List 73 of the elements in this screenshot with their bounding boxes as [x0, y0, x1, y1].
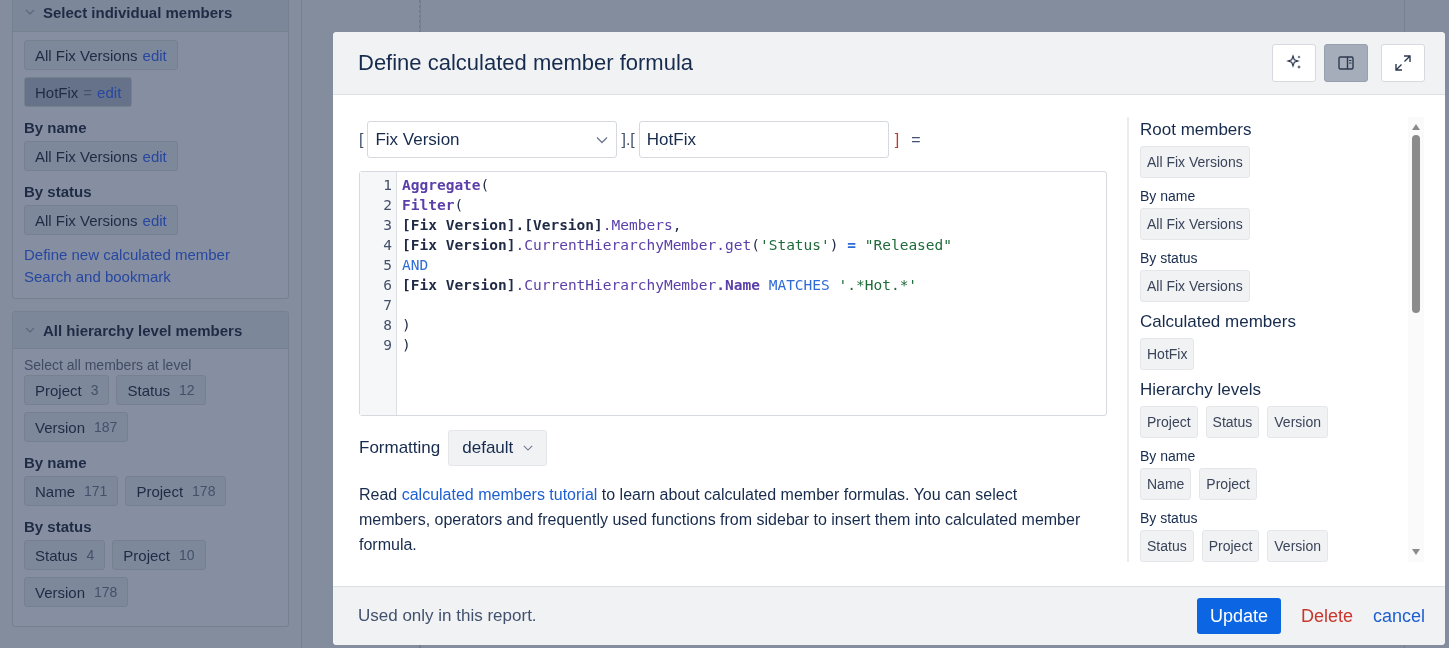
member-chip[interactable]: HotFix = edit [24, 77, 133, 107]
member-chip[interactable]: All Fix Versions edit [24, 40, 178, 70]
section-title: Calculated members [1140, 312, 1297, 332]
cancel-link[interactable]: cancel [1372, 605, 1425, 627]
member-chip[interactable]: Version [1267, 530, 1328, 562]
group-heading: By name [1140, 188, 1197, 204]
edit-link[interactable]: edit [142, 211, 167, 229]
level-chip[interactable]: Name 171 [24, 476, 119, 506]
bracket-text: ] [894, 130, 900, 149]
member-chip[interactable]: Project [1140, 406, 1198, 438]
member-chip[interactable]: Project [1201, 530, 1260, 562]
member-chip[interactable]: Status [1140, 530, 1194, 562]
dimension-select[interactable]: Fix Version [367, 121, 618, 158]
member-chip[interactable]: All Fix Versions [1140, 208, 1250, 240]
member-chip[interactable]: Status [1205, 406, 1260, 438]
level-chip[interactable]: Project 3 [24, 375, 110, 405]
member-chip[interactable]: All Fix Versions [1140, 270, 1250, 302]
member-chip[interactable]: All Fix Versions [1140, 146, 1250, 178]
ai-button[interactable] [1272, 44, 1316, 82]
section-title: Root members [1140, 120, 1253, 140]
member-chip[interactable]: HotFix [1140, 338, 1195, 370]
member-label: All Fix Versions [35, 46, 138, 64]
chevron-down-icon [596, 135, 609, 144]
level-chip[interactable]: Version 178 [24, 577, 129, 607]
sidebar-icon [1337, 54, 1355, 72]
formatting-label: Formatting [359, 438, 441, 458]
scroll-up-icon[interactable] [1411, 123, 1421, 131]
delete-button[interactable]: Delete [1300, 605, 1353, 627]
tutorial-link[interactable]: calculated members tutorial [401, 486, 598, 503]
edit-link[interactable]: edit [142, 147, 167, 165]
expand-icon [1394, 54, 1412, 72]
group-heading: By status [24, 518, 93, 535]
chevron-icon[interactable] [25, 325, 35, 335]
dialog-title: Define calculated member formula [358, 50, 695, 76]
name-field[interactable]: HotFix [638, 121, 889, 158]
group-heading: By name [24, 119, 88, 136]
action-link[interactable]: Search and bookmark [24, 266, 171, 288]
member-chip[interactable]: All Fix Versions edit [24, 141, 178, 171]
member-label: All Fix Versions [35, 147, 138, 165]
sidebar-button[interactable] [1324, 44, 1368, 82]
member-chip[interactable]: Project [1199, 468, 1257, 500]
action-link[interactable]: Define new calculated member [24, 244, 230, 266]
bracket-text: ].[ [621, 130, 635, 149]
scrollbar-thumb[interactable] [1412, 135, 1420, 313]
chevron-down-icon [523, 444, 534, 452]
group-heading: By status [1140, 250, 1199, 266]
group-heading: By status [24, 183, 93, 200]
update-button[interactable]: Update [1196, 598, 1281, 634]
level-chip[interactable]: Project 178 [125, 476, 227, 506]
scroll-down-icon[interactable] [1411, 548, 1421, 556]
formatting-dropdown[interactable]: default [448, 430, 548, 466]
help-text: Read calculated members tutorial to learn about calculated member formulas. You can select members, operators and frequently used functions from sidebar to insert them into calculated member formula. [359, 485, 1082, 555]
chevron-icon[interactable] [25, 7, 35, 17]
equals-sign: = [911, 130, 921, 149]
member-chip[interactable]: Name [1140, 468, 1192, 500]
expand-button[interactable] [1381, 44, 1425, 82]
member-chip[interactable]: All Fix Versions edit [24, 205, 178, 235]
hint-text: Select all members at level [24, 357, 193, 373]
level-chip[interactable]: Version 187 [24, 412, 129, 442]
group-heading: By status [1140, 510, 1199, 526]
bracket-text: [ [359, 130, 364, 149]
group-heading: By name [1140, 448, 1197, 464]
section-title: Hierarchy levels [1140, 380, 1262, 400]
group-heading: By name [24, 454, 88, 471]
member-chip[interactable]: Version [1267, 406, 1328, 438]
member-label: All Fix Versions [35, 211, 138, 229]
edit-link[interactable]: edit [142, 46, 167, 64]
level-chip[interactable]: Project 10 [112, 540, 206, 570]
formula-mark: = [83, 83, 93, 101]
level-chip[interactable]: Status 12 [116, 375, 206, 405]
level-chip[interactable]: Status 4 [24, 540, 106, 570]
member-label: HotFix [35, 83, 79, 101]
footer-note: Used only in this report. [358, 606, 538, 626]
